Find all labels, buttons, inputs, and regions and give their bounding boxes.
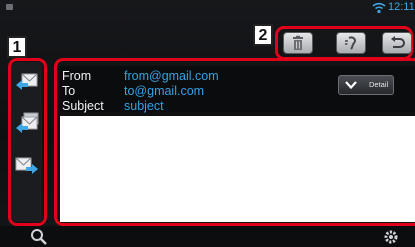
subject-label: Subject (62, 99, 104, 113)
settings-icon[interactable] (382, 228, 400, 246)
read-aloud-button[interactable] (336, 32, 366, 54)
callout-2: 2 (253, 24, 273, 46)
detail-button[interactable]: Detail (338, 75, 394, 95)
callout-1: 1 (7, 36, 27, 58)
trash-icon (293, 35, 303, 50)
back-icon (391, 36, 405, 48)
forward-icon (15, 157, 38, 174)
delete-button[interactable] (283, 32, 313, 54)
reply-icon (16, 73, 38, 90)
reply-all-button[interactable] (14, 110, 40, 136)
reply-all-icon (16, 112, 39, 133)
message-body[interactable] (60, 116, 415, 222)
back-button[interactable] (382, 32, 412, 54)
to-label: To (62, 84, 76, 98)
detail-label: Detail (369, 80, 389, 89)
wifi-icon (372, 2, 386, 14)
reply-button[interactable] (14, 68, 40, 94)
clock: 12:11 (388, 1, 415, 13)
from-label: From (62, 69, 92, 83)
read-aloud-icon (345, 36, 357, 50)
chevron-down-icon (345, 81, 357, 90)
bottom-bar (0, 226, 415, 247)
status-bar: 12:11 (0, 0, 415, 16)
to-value: to@gmail.com (124, 84, 205, 98)
status-square-icon (6, 4, 13, 10)
search-icon[interactable] (30, 228, 48, 246)
left-toolbar (12, 62, 42, 222)
email-screen: 12:11 2 1 From from@gmail.com To to@gmai… (0, 0, 415, 247)
forward-button[interactable] (14, 152, 40, 178)
from-value: from@gmail.com (124, 69, 219, 83)
subject-value: subject (124, 99, 164, 113)
